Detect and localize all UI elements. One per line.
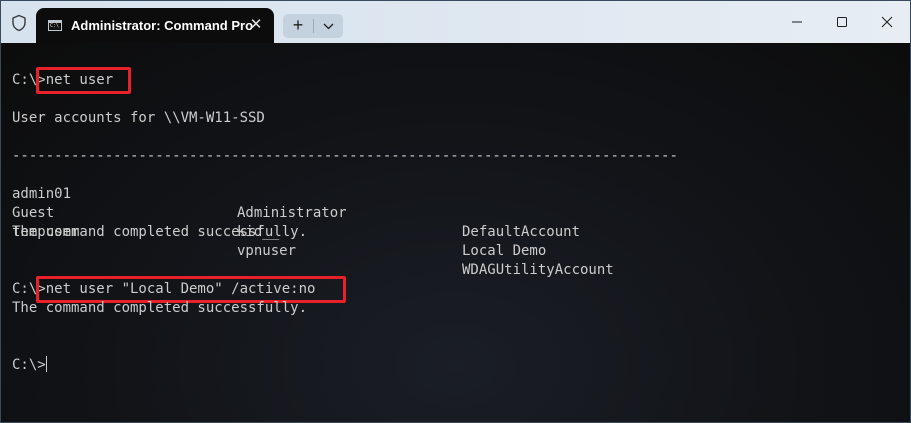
terminal-output[interactable]: C:\>net user User accounts for \\VM-W11-… bbox=[1, 43, 910, 422]
text-cursor bbox=[45, 356, 47, 372]
account-row: admin01 Administrator DefaultAccount bbox=[12, 166, 910, 240]
divider-line: ----------------------------------------… bbox=[12, 148, 678, 164]
command-prompt-icon: C:\ bbox=[48, 20, 62, 31]
account-name: vpnuser bbox=[237, 243, 297, 259]
highlight-box-cmd1 bbox=[36, 67, 131, 94]
account-row: tempuser vpnuser WDAGUtilityAccount bbox=[12, 204, 910, 278]
minimize-button[interactable] bbox=[777, 7, 817, 37]
account-name: Local Demo bbox=[462, 243, 547, 259]
command-line-3[interactable]: C:\> bbox=[12, 356, 47, 375]
maximize-button[interactable] bbox=[822, 7, 862, 37]
accounts-header: User accounts for \\VM-W11-SSD bbox=[12, 110, 265, 126]
window-close-button[interactable] bbox=[867, 7, 907, 37]
terminal-window: C:\ Administrator: Command Pro ✕ + C:\>n… bbox=[0, 0, 911, 423]
tab-administrator-command-prompt[interactable]: C:\ Administrator: Command Pro ✕ bbox=[36, 8, 274, 43]
title-bar[interactable]: C:\ Administrator: Command Pro ✕ + bbox=[1, 1, 910, 43]
account-name: DefaultAccount bbox=[462, 224, 581, 240]
success-message-1: The command completed successfully. bbox=[12, 224, 308, 240]
tab-title: Administrator: Command Pro bbox=[71, 18, 254, 33]
close-tab-icon[interactable]: ✕ bbox=[247, 16, 265, 34]
new-tab-button[interactable]: + bbox=[283, 14, 313, 38]
account-name: WDAGUtilityAccount bbox=[462, 262, 614, 278]
new-tab-group: + bbox=[283, 14, 343, 38]
account-row: Guest kid__ Local Demo bbox=[12, 185, 910, 259]
shield-icon bbox=[12, 14, 26, 32]
success-message-2: The command completed successfully. bbox=[12, 300, 308, 316]
prompt: C:\> bbox=[12, 357, 46, 373]
chevron-down-icon[interactable] bbox=[314, 14, 343, 38]
